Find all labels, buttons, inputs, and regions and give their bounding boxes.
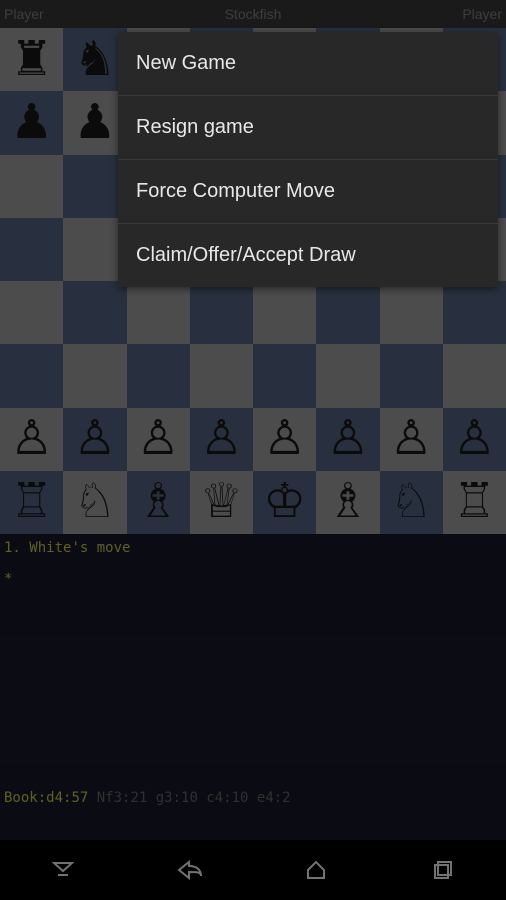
menu-claim-offer-accept-draw[interactable]: Claim/Offer/Accept Draw — [118, 224, 498, 287]
menu-force-computer-move[interactable]: Force Computer Move — [118, 160, 498, 224]
context-menu: New Game Resign game Force Computer Move… — [118, 32, 498, 287]
menu-resign-game[interactable]: Resign game — [118, 96, 498, 160]
menu-new-game[interactable]: New Game — [118, 32, 498, 96]
